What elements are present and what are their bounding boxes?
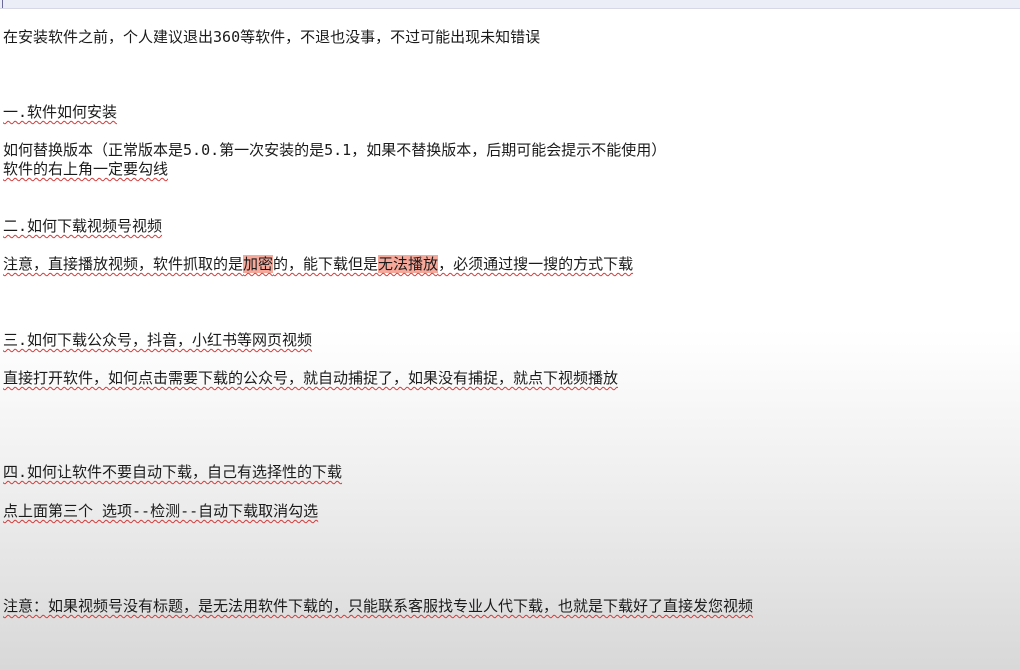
section-1-line-2[interactable]: 软件的右上角一定要勾线 bbox=[3, 160, 168, 178]
section-2-note[interactable]: 注意，直接播放视频，软件抓取的是加密的，能下载但是无法播放，必须通过搜一搜的方式… bbox=[3, 255, 633, 273]
intro-text: 在安装软件之前，个人建议退出360等软件，不退也没事，不过可能出现未知错误 bbox=[3, 28, 541, 46]
section-4-body[interactable]: 点上面第三个 选项--检测--自动下载取消勾选 bbox=[3, 502, 318, 520]
section-1-line-1[interactable]: 如何替换版本（正常版本是5.0.第一次安装的是5.1，如果不替换版本，后期可能会… bbox=[3, 141, 666, 159]
highlight-cannot-play: 无法播放 bbox=[378, 255, 439, 273]
section-4-heading[interactable]: 四.如何让软件不要自动下载，自己有选择性的下载 bbox=[3, 463, 342, 481]
document-body[interactable]: 在安装软件之前，个人建议退出360等软件，不退也没事，不过可能出现未知错误 一.… bbox=[0, 0, 1020, 670]
section-3-body-text: 直接打开软件，如何点击需要下载的公众号，就自动捕捉了，如果没有捕捉，就点下视频播… bbox=[3, 369, 619, 387]
section-2-heading[interactable]: 二.如何下载视频号视频 bbox=[3, 217, 162, 235]
section-1-line-1-text: 如何替换版本（正常版本是5.0.第一次安装的是5.1，如果不替换版本，后期可能会… bbox=[3, 141, 667, 159]
section-3-heading[interactable]: 三.如何下载公众号，抖音，小红书等网页视频 bbox=[3, 331, 312, 349]
section-2-note-part-3: ，必须通过搜一搜的方式下载 bbox=[438, 255, 634, 273]
section-2-heading-text: 二.如何下载视频号视频 bbox=[3, 217, 163, 235]
final-note-text: 注意：如果视频号没有标题，是无法用软件下载的，只能联系客服找专业人代下载，也就是… bbox=[3, 597, 754, 615]
final-note[interactable]: 注意：如果视频号没有标题，是无法用软件下载的，只能联系客服找专业人代下载，也就是… bbox=[3, 597, 753, 615]
section-2-note-part-2: 的，能下载但是 bbox=[273, 255, 379, 273]
section-1-line-2-text: 软件的右上角一定要勾线 bbox=[3, 160, 169, 178]
section-3-heading-text: 三.如何下载公众号，抖音，小红书等网页视频 bbox=[3, 331, 313, 349]
section-1-heading[interactable]: 一.软件如何安装 bbox=[3, 103, 117, 121]
section-1-heading-text: 一.软件如何安装 bbox=[3, 103, 118, 121]
section-4-body-text: 点上面第三个 选项--检测--自动下载取消勾选 bbox=[3, 502, 319, 520]
highlight-encrypted: 加密 bbox=[243, 255, 274, 273]
section-4-heading-text: 四.如何让软件不要自动下载，自己有选择性的下载 bbox=[3, 463, 343, 481]
intro-line[interactable]: 在安装软件之前，个人建议退出360等软件，不退也没事，不过可能出现未知错误 bbox=[3, 28, 540, 46]
section-2-note-part-1: 注意，直接播放视频，软件抓取的是 bbox=[3, 255, 244, 273]
section-3-body[interactable]: 直接打开软件，如何点击需要下载的公众号，就自动捕捉了，如果没有捕捉，就点下视频播… bbox=[3, 369, 618, 387]
